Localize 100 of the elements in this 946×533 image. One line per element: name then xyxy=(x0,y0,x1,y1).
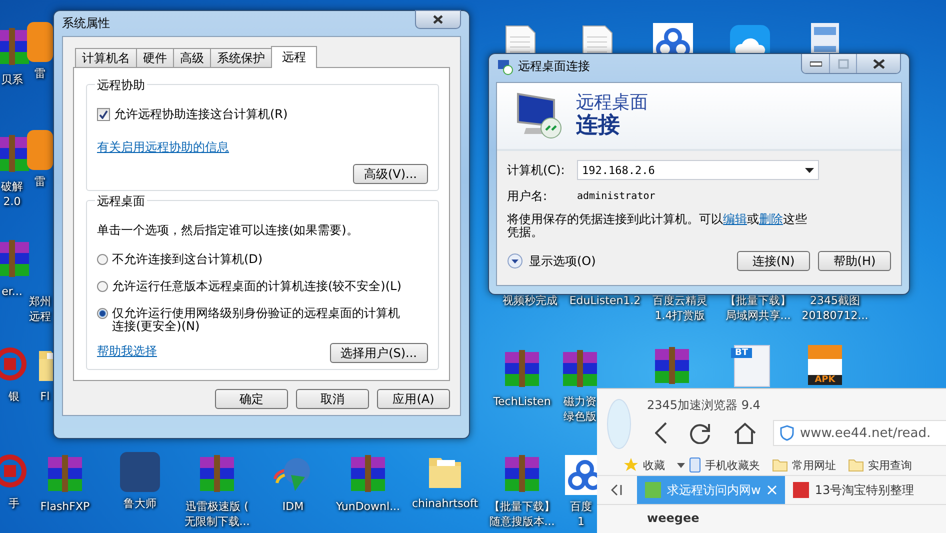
close-button[interactable] xyxy=(415,10,461,29)
icon-label: 局域网共享... xyxy=(725,308,791,323)
edit-link[interactable]: 编辑 xyxy=(723,212,747,226)
archive-icon[interactable] xyxy=(0,135,30,173)
checkbox-label: 允许远程协助连接这台计算机(R) xyxy=(114,106,288,123)
tab[interactable]: 硬件 xyxy=(136,48,174,67)
info-link[interactable]: 有关启用远程协助的信息 xyxy=(97,139,229,156)
icon-label: 郑州 xyxy=(29,294,51,309)
apk-file-icon[interactable]: APK xyxy=(808,345,842,385)
tab[interactable]: 远程 xyxy=(271,46,317,68)
cloud-logo-icon[interactable] xyxy=(653,23,693,53)
radio-label: 不允许连接到这台计算机(D) xyxy=(112,253,263,266)
radio-label: 允许运行任意版本远程桌面的计算机连接(较不安全)(L) xyxy=(112,280,402,293)
archive-icon[interactable] xyxy=(350,455,386,493)
archive-icon[interactable] xyxy=(504,455,540,493)
icon-label: 20180712... xyxy=(802,308,868,323)
checkbox[interactable] xyxy=(97,108,110,121)
radio-button[interactable] xyxy=(97,281,108,292)
dialog-button[interactable]: 应用(A) xyxy=(377,389,450,409)
icon-label: 绿色版 xyxy=(564,409,596,424)
phone-icon xyxy=(689,457,701,473)
show-options-label[interactable]: 显示选项(O) xyxy=(529,252,596,270)
icon-label: TechListen xyxy=(493,394,551,409)
reload-icon[interactable] xyxy=(689,422,711,444)
icon-label: 2345截图 xyxy=(810,293,860,308)
icon-label: EduListen1.2 xyxy=(569,293,641,308)
archive-icon[interactable] xyxy=(0,28,30,66)
bookmark-link[interactable]: 收藏 xyxy=(643,458,665,472)
heading-text: 远程桌面 xyxy=(576,93,648,113)
archive-icon[interactable] xyxy=(0,240,30,278)
icon-label: 【批量下载】 xyxy=(725,293,791,308)
bookmark-link[interactable]: 常用网址 xyxy=(792,458,836,472)
monitor-icon xyxy=(497,58,513,74)
window-title: 2345加速浏览器 9.4 xyxy=(647,397,762,414)
select-users-button[interactable]: 选择用户(S)... xyxy=(330,343,428,363)
user-name-text: administrator xyxy=(577,190,656,202)
icon-label: 2.0 xyxy=(3,194,21,209)
computer-combo-box[interactable]: 192.168.2.6 xyxy=(577,160,819,180)
home-icon[interactable] xyxy=(733,422,757,444)
close-button[interactable] xyxy=(856,54,900,73)
user-name-text: weegee xyxy=(647,511,700,525)
folder-icon xyxy=(848,458,864,472)
dialog-button[interactable]: 连接(N) xyxy=(737,251,810,271)
dialog-button[interactable]: 帮助(H) xyxy=(818,251,891,271)
torrent-file-icon[interactable]: BT xyxy=(734,345,770,387)
address-bar[interactable]: www.ee44.net/read. xyxy=(773,420,946,446)
collapse-icon[interactable] xyxy=(609,483,623,497)
window-title: 系统属性 xyxy=(62,15,110,32)
icon-label: 银 xyxy=(8,389,20,404)
dialog-button[interactable]: 取消 xyxy=(296,389,369,409)
radio-button[interactable] xyxy=(97,308,108,319)
icon-label: 鲁大师 xyxy=(124,496,156,511)
icon-label: 【批量下载】 xyxy=(489,499,555,514)
cloud-logo-icon[interactable] xyxy=(565,455,597,495)
icon-label: 百度云精灵 xyxy=(652,293,708,308)
close-icon[interactable] xyxy=(433,15,443,24)
icon-label: YunDownl... xyxy=(336,499,400,514)
archive-icon[interactable] xyxy=(654,347,690,385)
archive-icon[interactable] xyxy=(562,350,598,388)
tab[interactable]: 系统保护 xyxy=(210,48,272,67)
archive-icon[interactable] xyxy=(504,350,540,388)
radio-button[interactable] xyxy=(97,254,108,265)
icon-label: 雷 xyxy=(34,174,46,189)
tab[interactable]: 高级 xyxy=(173,48,211,67)
folder-icon xyxy=(772,458,788,472)
radio-label: 仅允许运行使用网络级别身份验证的远程桌面的计算机连接(更安全)(N) xyxy=(112,307,401,333)
icon-label: 迅雷极速版 ( xyxy=(186,499,248,514)
icon-label: 手 xyxy=(8,496,20,511)
minimize-icon[interactable] xyxy=(810,60,822,66)
monitor-icon xyxy=(514,92,564,140)
advanced-button[interactable]: 高级(V)... xyxy=(352,164,428,184)
icon-label: 1.4打赏版 xyxy=(654,308,706,323)
archive-icon[interactable] xyxy=(199,455,235,493)
minimize-button[interactable] xyxy=(802,54,829,73)
bookmark-link[interactable]: 手机收藏夹 xyxy=(705,458,760,472)
caret-icon[interactable] xyxy=(677,462,685,468)
expand-icon[interactable] xyxy=(507,253,523,269)
document-icon[interactable] xyxy=(504,25,536,53)
close-icon[interactable] xyxy=(872,58,884,68)
app-icon[interactable] xyxy=(27,22,53,62)
back-icon[interactable] xyxy=(655,422,667,444)
screenshot-file-icon[interactable] xyxy=(810,22,840,53)
icon-label: 贝系 xyxy=(1,72,23,87)
tab[interactable]: 计算机名 xyxy=(75,48,137,67)
window-title: 远程桌面连接 xyxy=(518,58,590,75)
instruction-text: 单击一个选项，然后指定谁可以连接(如果需要)。 xyxy=(97,222,360,239)
icon-label: 雷 xyxy=(34,66,46,81)
icon-label: IDM xyxy=(282,499,304,514)
help-link[interactable]: 帮助我选择 xyxy=(97,343,157,360)
document-icon[interactable] xyxy=(581,25,613,53)
icon-label: FlashFXP xyxy=(40,499,90,514)
app-icon[interactable] xyxy=(27,130,53,170)
dialog-button[interactable]: 确定 xyxy=(215,389,288,409)
icon-label: Fl xyxy=(40,389,50,404)
icon-label: 无限制下载... xyxy=(184,514,250,529)
delete-link[interactable]: 删除 xyxy=(759,212,783,226)
archive-icon[interactable] xyxy=(47,455,83,493)
cloud-icon[interactable] xyxy=(730,25,770,53)
icon-label: 随意搜版本... xyxy=(489,514,555,529)
bookmark-link[interactable]: 实用查询 xyxy=(868,458,912,472)
